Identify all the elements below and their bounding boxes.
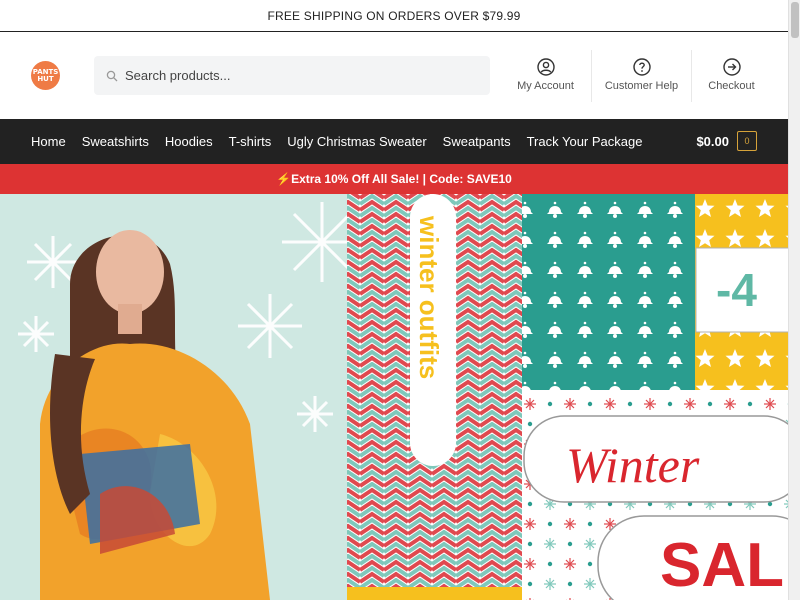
checkout-label: Checkout [708,80,755,92]
customer-help-label: Customer Help [604,80,679,92]
search-bar[interactable] [94,56,490,95]
shipping-banner: FREE SHIPPING ON ORDERS OVER $79.99 [0,0,788,32]
cart-count-badge: 0 [737,131,757,151]
promo-banner[interactable]: ⚡Extra 10% Off All Sale! | Code: SAVE10 [0,164,788,194]
help-icon [632,58,651,76]
sale-text: SALE [660,531,788,600]
hero-banner[interactable]: winter outfits -4 Winter SALE [0,194,788,600]
main-navigation: Home Sweatshirts Hoodies T-shirts Ugly C… [0,119,788,164]
customer-help-link[interactable]: Customer Help [591,50,691,102]
site-header: PANTS HUT My Account Customer Help [0,32,788,119]
my-account-label: My Account [517,80,574,92]
scrollbar-thumb[interactable] [791,2,799,38]
promo-text: ⚡Extra 10% Off All Sale! | Code: SAVE10 [276,172,512,186]
nav-item-track-your-package[interactable]: Track Your Package [527,134,643,149]
winter-outfits-text: winter outfits [414,215,444,379]
search-icon [106,70,118,81]
hero-artwork: winter outfits -4 Winter SALE [0,194,788,600]
site-logo[interactable]: PANTS HUT [31,61,60,90]
arrow-right-circle-icon [722,58,741,76]
nav-item-home[interactable]: Home [31,134,66,149]
nav-item-hoodies[interactable]: Hoodies [165,134,213,149]
cart-total: $0.00 [696,133,729,149]
cart-button[interactable]: $0.00 0 [696,131,757,151]
my-account-link[interactable]: My Account [500,50,591,102]
logo-text: PANTS HUT [32,67,59,83]
user-icon [536,58,555,76]
checkout-link[interactable]: Checkout [691,50,771,102]
winter-script-text: Winter [566,437,700,493]
search-input[interactable] [125,68,465,83]
header-links: My Account Customer Help Checkout [500,50,771,102]
page-scrollbar[interactable] [788,0,800,600]
nav-item-sweatpants[interactable]: Sweatpants [443,134,511,149]
shipping-banner-text: FREE SHIPPING ON ORDERS OVER $79.99 [267,8,521,23]
nav-item-sweatshirts[interactable]: Sweatshirts [82,134,149,149]
discount-text: -4 [716,264,757,316]
nav-item-ugly-christmas-sweater[interactable]: Ugly Christmas Sweater [287,134,426,149]
nav-item-t-shirts[interactable]: T-shirts [229,134,272,149]
